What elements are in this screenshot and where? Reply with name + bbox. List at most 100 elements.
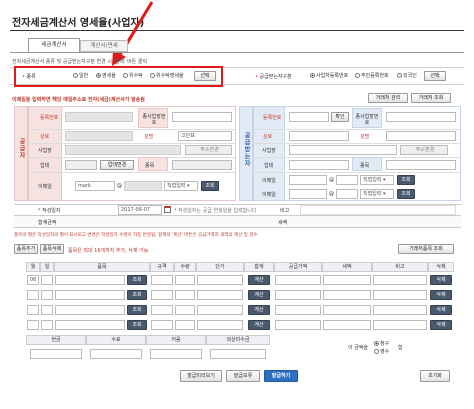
- item-month-field[interactable]: [27, 305, 39, 315]
- supplier-item-field[interactable]: [172, 160, 232, 170]
- add-item-button[interactable]: 품목추가: [14, 244, 38, 254]
- pay-note-field[interactable]: [150, 349, 202, 359]
- issue-preview-button[interactable]: 발급미리보기: [180, 370, 222, 382]
- item-qty-field[interactable]: [175, 305, 195, 315]
- partner-manage-button[interactable]: 거래처 관리: [368, 93, 408, 103]
- buyer-email-domain-field-2[interactable]: [336, 189, 358, 199]
- item-note-field[interactable]: [373, 320, 427, 330]
- calendar-icon[interactable]: [164, 206, 171, 213]
- buyer-confirm-button[interactable]: 확인: [331, 112, 349, 122]
- supplier-email-search-button[interactable]: 조회: [201, 181, 219, 191]
- kind-option-zero-rate[interactable]: 영세율: [96, 72, 116, 79]
- buyer-name-field[interactable]: [289, 131, 349, 141]
- supplier-biz-field[interactable]: [65, 160, 97, 170]
- supplier-email-domain-field[interactable]: [124, 181, 162, 191]
- item-supply-field[interactable]: [275, 305, 321, 315]
- item-delete-button[interactable]: 삭제: [430, 275, 452, 285]
- recipient-option-foreigner[interactable]: 외국인: [397, 72, 417, 79]
- item-spec-field[interactable]: [151, 305, 173, 315]
- tab-tax-invoice[interactable]: 세금계산서: [28, 38, 80, 52]
- buyer-email-user-field-2[interactable]: [289, 189, 327, 199]
- item-delete-button[interactable]: 삭제: [430, 305, 452, 315]
- supplier-name-field[interactable]: [65, 131, 133, 141]
- recipient-option-resident[interactable]: 주민등록번호: [355, 72, 389, 79]
- item-qty-field[interactable]: [175, 320, 195, 330]
- item-name-field[interactable]: [55, 275, 125, 285]
- tab-invoice[interactable]: 계산서(면세: [80, 40, 128, 52]
- item-search-button[interactable]: 조회: [127, 290, 147, 300]
- item-delete-button[interactable]: 삭제: [430, 320, 452, 330]
- remark-field[interactable]: [300, 205, 456, 215]
- issue-hold-button[interactable]: 발급보류: [226, 370, 260, 382]
- partner-lookup-button[interactable]: 거래처 조회: [411, 93, 451, 103]
- buyer-address-field[interactable]: [289, 145, 397, 155]
- item-search-button[interactable]: 조회: [127, 305, 147, 315]
- item-calc-button[interactable]: 계산: [248, 320, 270, 330]
- buyer-rep-field[interactable]: [386, 131, 456, 141]
- kind-option-consignment[interactable]: 위수탁: [123, 72, 143, 79]
- buyer-sub-no-field[interactable]: [386, 112, 456, 122]
- item-supply-field[interactable]: [275, 290, 321, 300]
- item-day-field[interactable]: [41, 275, 53, 285]
- item-month-field[interactable]: 06: [27, 275, 39, 285]
- item-calc-button[interactable]: 계산: [248, 305, 270, 315]
- supplier-sub-no-field[interactable]: [172, 112, 232, 122]
- kind-option-consignment-zero[interactable]: 위수탁영세율: [150, 72, 184, 79]
- item-name-field[interactable]: [55, 320, 125, 330]
- supplier-rep-field[interactable]: 고민표: [178, 131, 232, 141]
- pay-credit-field[interactable]: [210, 349, 266, 359]
- buyer-reg-no-field[interactable]: [289, 112, 329, 122]
- receipt-option[interactable]: 영수: [374, 348, 389, 355]
- supplier-address-field[interactable]: [65, 145, 181, 155]
- buyer-address-change-button[interactable]: 주소변경: [400, 145, 448, 155]
- item-calc-button[interactable]: 계산: [248, 290, 270, 300]
- delete-item-button[interactable]: 품목삭제: [40, 244, 64, 254]
- reset-button[interactable]: 초기화: [420, 370, 450, 382]
- kind-select-button[interactable]: 선택: [194, 71, 216, 81]
- item-month-field[interactable]: [27, 320, 39, 330]
- buyer-email-user-field-1[interactable]: [289, 175, 327, 185]
- item-spec-field[interactable]: [151, 275, 173, 285]
- item-note-field[interactable]: [373, 290, 427, 300]
- buyer-biz-field[interactable]: [289, 160, 349, 170]
- item-price-field[interactable]: [197, 320, 243, 330]
- issue-button[interactable]: 발급하기: [264, 370, 298, 382]
- item-day-field[interactable]: [41, 320, 53, 330]
- buyer-email-domain-field-1[interactable]: [336, 175, 358, 185]
- item-name-field[interactable]: [55, 290, 125, 300]
- item-price-field[interactable]: [197, 290, 243, 300]
- item-search-button[interactable]: 조회: [127, 275, 147, 285]
- item-price-field[interactable]: [197, 275, 243, 285]
- recipient-option-business[interactable]: 사업자등록번호: [310, 72, 348, 79]
- supplier-address-change-button[interactable]: 주소변경: [185, 145, 232, 155]
- item-tax-field[interactable]: [323, 305, 371, 315]
- supplier-email-domain-select[interactable]: 직접입력 ▾: [164, 181, 198, 191]
- item-delete-button[interactable]: 삭제: [430, 290, 452, 300]
- item-spec-field[interactable]: [151, 320, 173, 330]
- item-name-field[interactable]: [55, 305, 125, 315]
- item-note-field[interactable]: [373, 275, 427, 285]
- buyer-email-domain-select-1[interactable]: 직접입력 ▾: [360, 175, 394, 185]
- item-qty-field[interactable]: [175, 275, 195, 285]
- partner-item-lookup-button[interactable]: 거래처품목 조회: [398, 244, 454, 254]
- item-search-button[interactable]: 조회: [127, 320, 147, 330]
- item-day-field[interactable]: [41, 290, 53, 300]
- buyer-email-search-button-1[interactable]: 조회: [397, 175, 415, 185]
- pay-cash-field[interactable]: [30, 349, 82, 359]
- item-tax-field[interactable]: [323, 320, 371, 330]
- buyer-email-domain-select-2[interactable]: 직접입력 ▾: [360, 189, 394, 199]
- item-calc-button[interactable]: 계산: [248, 275, 270, 285]
- item-supply-field[interactable]: [275, 320, 321, 330]
- item-spec-field[interactable]: [151, 290, 173, 300]
- date-field[interactable]: 2017-06-07: [118, 205, 162, 215]
- supplier-email-user-field[interactable]: mark: [75, 181, 115, 191]
- supplier-biz-change-button[interactable]: 업태변경: [100, 160, 134, 170]
- item-supply-field[interactable]: [275, 275, 321, 285]
- item-note-field[interactable]: [373, 305, 427, 315]
- item-tax-field[interactable]: [323, 275, 371, 285]
- item-tax-field[interactable]: [323, 290, 371, 300]
- buyer-item-field[interactable]: [386, 160, 456, 170]
- kind-option-normal[interactable]: 일반: [73, 72, 88, 79]
- claim-option[interactable]: 청구: [374, 340, 389, 347]
- item-month-field[interactable]: [27, 290, 39, 300]
